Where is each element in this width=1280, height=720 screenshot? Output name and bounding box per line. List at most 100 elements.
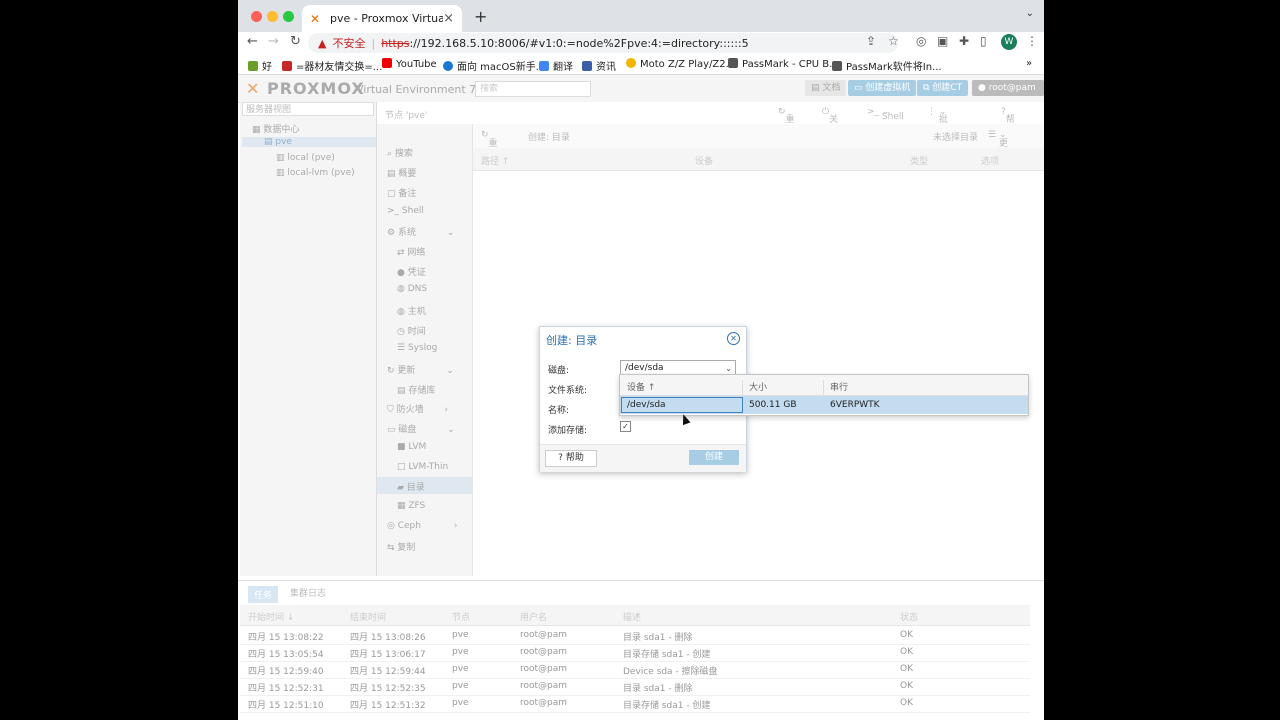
tree-storage-local-lvm[interactable]: ▥ local-lvm (pve) — [276, 168, 355, 178]
url-bar[interactable]: ▲ 不安全 | https ://192.168.5.10:8006/#v1:0… — [308, 33, 898, 53]
sidebar-icon[interactable]: ▯ — [980, 34, 987, 48]
menu-time[interactable]: ◷ 时间 — [397, 324, 426, 337]
puzzle-icon[interactable]: ✚ — [959, 34, 969, 48]
user-menu-button[interactable]: ● root@pam ⌄ — [972, 80, 1044, 109]
menu-network[interactable]: ⇄ 网络 — [397, 245, 425, 258]
create-ct-button[interactable]: ⧉ 创建CT — [917, 80, 969, 96]
share-icon[interactable]: ⇪ — [866, 34, 876, 48]
table-row[interactable]: 四月 15 13:08:22 四月 15 13:08:26 pve root@p… — [240, 627, 1030, 645]
forward-icon[interactable]: → — [268, 34, 279, 49]
col-start-time[interactable]: 开始时间 ↓ — [248, 610, 294, 623]
cell-end: 四月 15 12:59:44 — [350, 667, 426, 677]
menu-dns[interactable]: ◍ DNS — [397, 284, 427, 294]
cell-status: OK — [900, 630, 913, 640]
create-directory-button[interactable]: 创建: 目录 — [528, 130, 570, 143]
menu-system[interactable]: ⚙ 系统 ⌄ — [387, 225, 454, 238]
reboot-button[interactable]: ↻ 重启 — [778, 107, 795, 138]
col-options[interactable]: 选项 — [981, 154, 999, 167]
table-row[interactable]: 四月 15 12:52:31 四月 15 12:52:35 pve root@p… — [240, 678, 1030, 696]
col-description[interactable]: 描述 — [623, 610, 641, 623]
menu-dots-icon[interactable]: ⋮ — [1026, 34, 1038, 48]
bookmark-item[interactable]: 翻译 — [539, 58, 573, 73]
picker-col-device[interactable]: 设备 ↑ — [627, 380, 655, 393]
table-row[interactable]: 四月 15 12:59:40 四月 15 12:59:44 pve root@p… — [240, 661, 1030, 679]
tree-datacenter[interactable]: ▦ 数据中心 — [252, 122, 299, 135]
reload-button[interactable]: ↻ 重载 — [481, 130, 498, 162]
bookmark-item[interactable]: 好 — [248, 58, 272, 73]
menu-certificates[interactable]: ● 凭证 — [397, 265, 426, 278]
picker-col-size[interactable]: 大小 — [749, 380, 767, 393]
search-input[interactable]: 搜索 — [475, 81, 591, 97]
close-window-button[interactable] — [251, 11, 262, 22]
browser-tab[interactable]: ✕ pve - Proxmox Virtual Environm × — [302, 5, 462, 32]
col-device[interactable]: 设备 — [695, 154, 713, 167]
dialog-create-button[interactable]: 创建 — [689, 450, 739, 465]
menu-disks[interactable]: ▭ 磁盘 ⌄ — [387, 422, 455, 435]
bookmark-item[interactable]: PassMark软件将In... — [832, 58, 942, 73]
bookmark-item[interactable]: 资讯 — [582, 58, 616, 73]
bookmark-star-icon[interactable]: ☆ — [888, 34, 899, 48]
menu-zfs[interactable]: ▦ ZFS — [397, 501, 425, 511]
menu-directory-active[interactable]: ▰ 目录 — [377, 477, 472, 494]
picker-row-sda[interactable]: /dev/sda 500.11 GB 6VERPWTK — [620, 396, 1028, 414]
add-storage-checkbox[interactable]: ✓ — [620, 421, 631, 432]
bulk-actions-button[interactable]: ⋮ 批量操作 ⌄ — [927, 107, 948, 164]
disk-select[interactable]: /dev/sda ⌄ — [620, 360, 736, 375]
menu-hosts[interactable]: ◍ 主机 — [397, 304, 426, 317]
minimize-window-button[interactable] — [267, 11, 278, 22]
tab-search-chevron-icon[interactable]: ⌄ — [1026, 8, 1034, 19]
tab-cluster-log[interactable]: 集群日志 — [290, 586, 326, 599]
dialog-help-button[interactable]: ? 帮助 — [545, 450, 597, 467]
tree-node-pve[interactable]: ▤ pve — [242, 137, 376, 147]
menu-ceph[interactable]: ◎ Ceph › — [387, 521, 457, 531]
view-selector[interactable]: 服务器视图 — [242, 102, 374, 116]
tab-tasks[interactable]: 任务 — [248, 586, 279, 603]
picker-col-serial[interactable]: 串行 — [830, 380, 848, 393]
close-tab-icon[interactable]: × — [443, 11, 454, 26]
shell-button[interactable]: >_ Shell ⌄ — [867, 107, 904, 122]
tree-storage-local[interactable]: ▥ local (pve) — [276, 153, 335, 163]
menu-search[interactable]: ⌕ 搜索 — [387, 146, 413, 159]
proxmox-favicon-icon: ✕ — [310, 11, 321, 26]
docs-button[interactable]: ▤ 文档 — [805, 80, 847, 96]
more-button[interactable]: ☰ 更多 ⌄ — [988, 130, 1008, 162]
new-tab-icon[interactable]: + — [474, 7, 487, 26]
dialog-close-icon[interactable]: ✕ — [727, 332, 740, 345]
extension-2-icon[interactable]: ▣ — [937, 34, 948, 48]
col-path[interactable]: 路径 ↑ — [481, 154, 509, 167]
menu-syslog[interactable]: ☰ Syslog — [397, 343, 437, 353]
menu-replication[interactable]: ⇆ 复制 — [387, 540, 415, 553]
menu-updates[interactable]: ↻ 更新 ⌄ — [387, 363, 454, 376]
zoom-window-button[interactable] — [283, 11, 294, 22]
menu-lvm[interactable]: ■ LVM — [397, 442, 426, 452]
menu-summary[interactable]: ▤ 概要 — [387, 166, 416, 179]
col-user[interactable]: 用户名 — [520, 610, 547, 623]
profile-avatar[interactable]: W — [1001, 34, 1017, 50]
bookmark-item[interactable]: PassMark - CPU B... — [728, 58, 839, 70]
menu-notes[interactable]: ▢ 备注 — [387, 186, 416, 199]
menu-lvm-thin[interactable]: □ LVM-Thin — [397, 462, 448, 472]
cell-status: OK — [900, 647, 913, 657]
menu-firewall[interactable]: ⛉ 防火墙 › — [387, 402, 448, 415]
table-row[interactable]: 四月 15 12:51:10 四月 15 12:51:32 pve root@p… — [240, 695, 1030, 713]
more-bookmarks-icon[interactable]: » — [1026, 58, 1032, 69]
bookmark-item[interactable]: 面向 macOS新手... — [443, 58, 545, 73]
proxmox-logo: ✕ PROXMOX — [246, 79, 365, 98]
back-icon[interactable]: ← — [247, 34, 258, 49]
col-status[interactable]: 状态 — [900, 610, 918, 623]
menu-repositories[interactable]: ▤ 存储库 — [397, 383, 435, 396]
col-type[interactable]: 类型 — [910, 154, 928, 167]
unselected-directory-label: 未选择目录 — [933, 133, 979, 143]
shutdown-button[interactable]: ⏻ 关机 — [822, 107, 838, 138]
bookmark-item[interactable]: YouTube — [382, 58, 437, 70]
reload-icon[interactable]: ↻ — [290, 34, 301, 49]
bookmark-item[interactable]: =器材友情交换=... — [282, 58, 382, 73]
menu-shell[interactable]: >_ Shell — [387, 206, 424, 216]
bookmark-item[interactable]: Moto Z/Z Play/Z2... — [626, 58, 735, 70]
create-vm-button[interactable]: ▭ 创建虚拟机 — [848, 80, 917, 96]
extension-icon[interactable]: ◎ — [916, 34, 926, 48]
col-end-time[interactable]: 结束时间 — [350, 610, 386, 623]
help-button[interactable]: ? 帮助 — [1001, 107, 1015, 138]
table-row[interactable]: 四月 15 13:05:54 四月 15 13:06:17 pve root@p… — [240, 644, 1030, 662]
col-node[interactable]: 节点 — [452, 610, 470, 623]
